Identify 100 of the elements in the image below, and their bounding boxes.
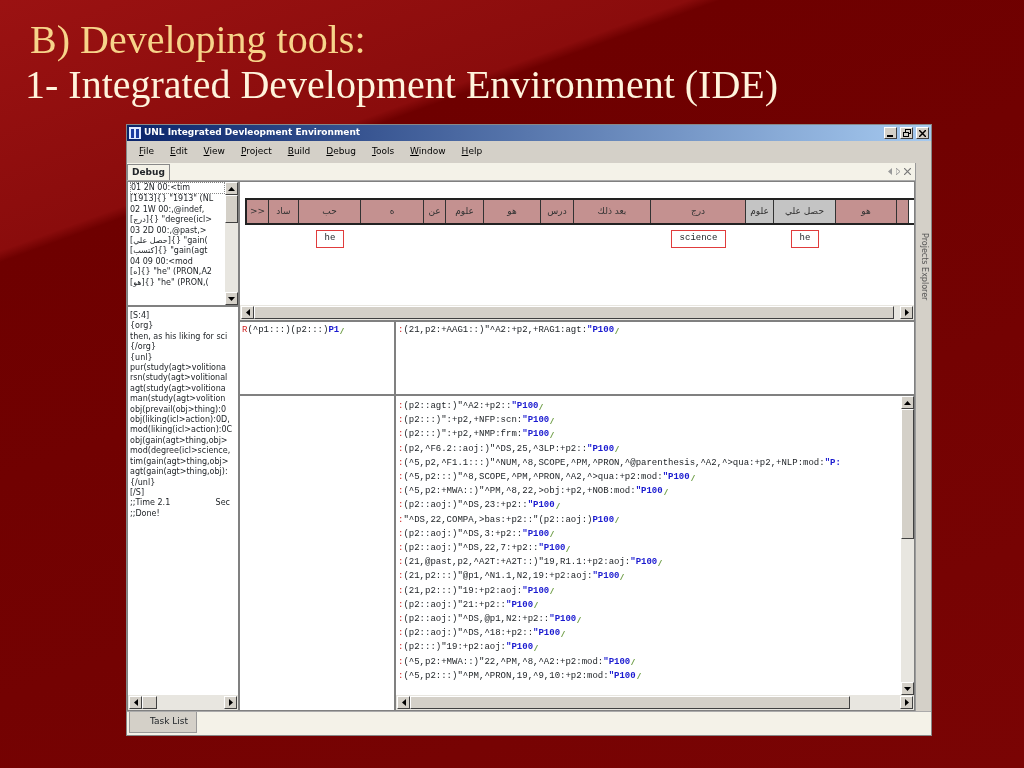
rule-line: :(p2::aoj:)"^DS,23:+p2::"P100 (398, 499, 555, 513)
tab-left-icon[interactable] (888, 168, 892, 175)
word-list-entry[interactable]: 04 09 00:<mod (130, 256, 225, 268)
gloss-label: he (790, 230, 820, 248)
document-tab[interactable]: Debug (127, 163, 170, 180)
token-cell[interactable]: حب (299, 200, 361, 223)
word-list-entry[interactable]: [هو]{} "he" (PRON,( (130, 277, 225, 289)
horizontal-scrollbar[interactable] (128, 695, 238, 710)
restore-icon (902, 129, 911, 137)
rule-line: :(p2:::)":+p2,+NMP:frm:"P100 (398, 428, 550, 442)
menu-item[interactable]: Edit (162, 145, 196, 159)
scroll-down-icon[interactable] (904, 686, 911, 691)
token-cell[interactable]: هو (836, 200, 897, 223)
menu-item[interactable]: View (195, 145, 233, 159)
word-list-entry[interactable]: [1913]{} "1913" (NL (130, 194, 225, 205)
end-mark-icon (550, 530, 555, 538)
token-cell[interactable]: ساد (269, 200, 299, 223)
token-cell[interactable]: علوم (746, 200, 774, 223)
token-cell[interactable]: بعد ذلك (574, 200, 651, 223)
vertical-scrollbar[interactable] (901, 396, 914, 695)
log-line: {/org} (130, 342, 157, 353)
rule-line: :(21,p2:::)"19:+p2:aoj:"P100 (398, 584, 550, 598)
menu-item[interactable]: Tools (363, 145, 403, 159)
token-cell[interactable]: درج (651, 200, 746, 223)
end-mark-icon (615, 327, 620, 335)
word-list-entry[interactable]: [ه]{} "he" (PRON,A2 (130, 267, 225, 278)
log-line: mod(liking(icl>action):0C (130, 425, 234, 436)
scroll-left-icon[interactable] (245, 309, 250, 316)
horizontal-scrollbar[interactable] (240, 305, 914, 320)
scroll-right-icon[interactable] (904, 699, 909, 706)
log-line: then, as his liking for sci (130, 331, 229, 342)
scroll-thumb[interactable] (410, 696, 850, 709)
restore-button[interactable] (900, 127, 913, 139)
close-icon[interactable] (904, 168, 911, 175)
scroll-thumb[interactable] (142, 696, 157, 709)
word-list-entry[interactable]: [درج]{} "degree(icl> (130, 215, 225, 226)
rule-line: :(21,p2:+AAG1::)"^A2:+p2,+RAG1:agt:"P100 (398, 324, 615, 337)
menu-item[interactable]: Build (279, 145, 319, 159)
horizontal-scrollbar[interactable] (396, 695, 914, 710)
log-line: mod(degree(icl>science, (130, 446, 232, 457)
minimize-button[interactable] (884, 127, 897, 139)
app-icon (129, 127, 141, 139)
token-cell[interactable] (897, 200, 909, 223)
end-mark-icon (615, 445, 620, 453)
side-panel-tab[interactable]: Projects Explorer (917, 233, 930, 711)
menu-item[interactable]: Window (402, 145, 454, 159)
gloss-label: he (315, 230, 345, 248)
scroll-right-icon[interactable] (904, 309, 909, 316)
end-mark-icon (620, 573, 625, 581)
vertical-scrollbar[interactable] (225, 182, 238, 305)
scroll-left-icon[interactable] (401, 699, 406, 706)
scroll-thumb[interactable] (901, 409, 914, 539)
rule-line: :"^DS,22,COMPA,>bas:+p2::"(p2::aoj:)P100 (398, 513, 615, 527)
scroll-up-icon[interactable] (904, 400, 911, 405)
scroll-thumb[interactable] (225, 195, 238, 223)
token-cell[interactable]: >> (247, 200, 269, 223)
scroll-thumb[interactable] (254, 306, 894, 319)
rule-line: :(p2::aoj:)"^DS,@p1,N2:+p2::"P100 (398, 613, 577, 627)
word-list-entry[interactable]: [حصل علي]{} "gain( (130, 236, 225, 247)
end-mark-icon (534, 601, 539, 609)
token-cell[interactable]: ه (361, 200, 424, 223)
end-mark-icon (663, 487, 668, 495)
rule-line: :(p2:::)":+p2,+NFP:scn:"P100 (398, 414, 550, 428)
word-list-entry[interactable]: 03 2D 00:,@past,> (130, 225, 225, 237)
token-cell[interactable]: درس (541, 200, 574, 223)
token-cell[interactable]: هو (484, 200, 541, 223)
word-list-entry[interactable]: [كتسب]{} "gain(agt (130, 246, 225, 257)
word-list-entry[interactable]: 01 2N 00:<tim (130, 182, 225, 195)
end-mark-icon (534, 644, 539, 652)
menu-item[interactable]: File (131, 145, 163, 159)
bottom-tab[interactable]: Task List (129, 712, 198, 733)
slide-title: B) Developing tools: (29, 16, 366, 62)
end-mark-icon (550, 587, 555, 595)
rule-line: :(p2::aoj:)"21:+p2::"P100 (398, 598, 534, 612)
menu-item[interactable]: Debug (318, 145, 364, 159)
close-button[interactable] (916, 127, 929, 139)
rule-line: :(p2:::)"19:+p2:aoj:"P100 (398, 641, 534, 655)
end-mark-icon (577, 615, 582, 623)
slide-subtitle: 1- Integrated Development Environment (IDE) (24, 62, 779, 108)
scroll-up-icon[interactable] (228, 186, 235, 191)
token-cell[interactable]: علوم (446, 200, 484, 223)
end-mark-icon (555, 502, 560, 509)
log-line: ;;Time 2.1 (130, 498, 171, 509)
rule-line: :(21,p2:::)"@p1,^N1.1,N2,19:+p2:aoj:"P100 (398, 570, 620, 584)
rule-line: :(^5,p2,^F1.1:::)"^NUM,^8,SCOPE,^PM,^PRON,^@parenthesis,^A2,^>qua:+p2,+NLP:mod:"P: (398, 456, 841, 470)
rule-line: :(^5,p2:+MWA::)"^PM,^8,22,>obj:+p2,+NOB:mod:"P100 (398, 485, 663, 499)
menu-item[interactable]: Help (453, 145, 491, 159)
window-title: UNL Integrated Devleopment Environment (144, 126, 361, 140)
log-line: obj(prevail(obj>thing):0 (130, 404, 227, 415)
token-cell[interactable]: حصل علي (774, 200, 836, 223)
menu-item[interactable]: Project (232, 145, 280, 159)
scroll-right-icon[interactable] (228, 699, 233, 706)
rule-line: :(^5,p2:::)"^PM,^PRON,19,^9,10:+p2:mod:"P100 (398, 669, 636, 683)
word-list-entry[interactable]: 02 1W 00:,@indef, (130, 204, 225, 216)
scroll-down-icon[interactable] (228, 296, 235, 301)
rule-line: :(^5,p2:::)"^8,SCOPE,^PM,^PRON,^A2,^>qua:+p2:mod:"P100 (398, 471, 690, 484)
log-line: pur(study(agt>volitiona (130, 363, 227, 373)
scroll-left-icon[interactable] (133, 699, 138, 706)
token-cell[interactable]: عن (424, 200, 446, 223)
time-unit: Sec (215, 498, 230, 509)
